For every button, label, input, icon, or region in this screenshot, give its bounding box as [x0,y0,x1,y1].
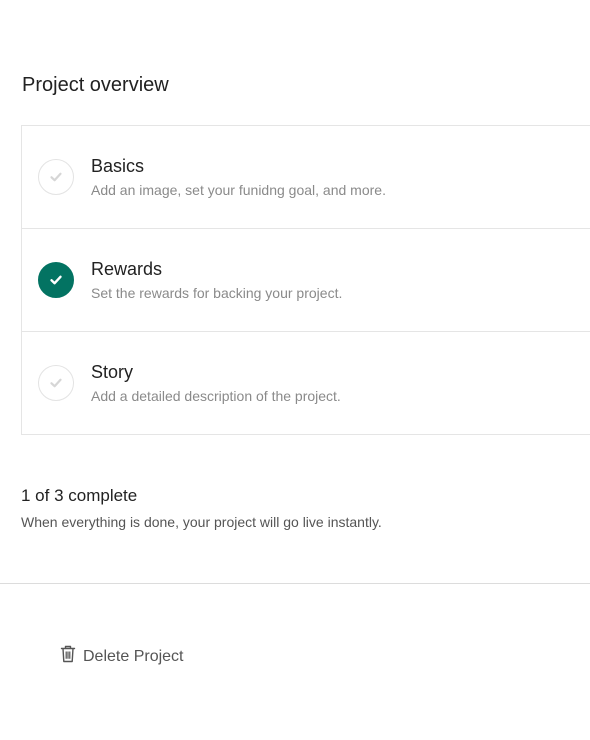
check-icon [38,159,74,195]
step-basics[interactable]: Basics Add an image, set your funidng go… [22,126,590,229]
step-title: Story [91,362,134,382]
step-rewards[interactable]: Rewards Set the rewards for backing your… [22,229,590,332]
step-story[interactable]: Story Add a detailed description of the … [22,332,590,434]
check-icon [38,365,74,401]
delete-project-label: Delete Project [83,647,184,665]
progress-note: When everything is done, your project wi… [21,514,382,530]
step-title: Rewards [91,259,163,279]
step-title: Basics [91,156,145,176]
step-list: Basics Add an image, set your funidng go… [21,125,590,435]
progress-summary: 1 of 3 complete [21,486,138,505]
step-description: Set the rewards for backing your project… [91,285,343,301]
check-icon [38,262,74,298]
step-description: Add a detailed description of the projec… [91,388,341,404]
divider [0,583,590,584]
project-overview-page: Project overview Basics Add an image, se… [0,0,590,740]
delete-project-button[interactable]: Delete Project [60,645,184,668]
step-description: Add an image, set your funidng goal, and… [91,182,386,198]
trash-icon [60,645,76,668]
page-title: Project overview [22,74,169,96]
